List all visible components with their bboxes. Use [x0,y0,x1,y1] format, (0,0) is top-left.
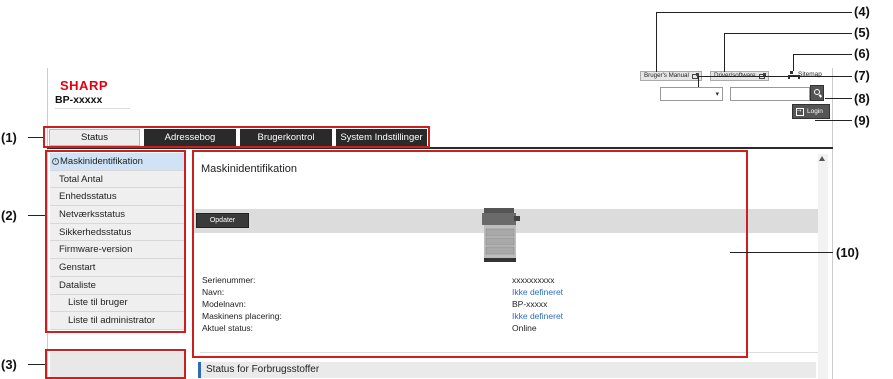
callout-label: (7) [854,68,870,83]
callout-box-tabs [43,126,430,148]
callout-label: (6) [854,46,870,61]
scroll-up-icon [819,156,825,161]
callout-box-sidebar [45,150,186,333]
scrollbar[interactable] [818,154,828,379]
callout-label: (10) [836,245,860,260]
callout-label: (9) [854,113,870,128]
login-button[interactable]: Login [792,104,830,119]
callout-label: (5) [854,25,870,40]
search-button[interactable] [810,85,824,101]
user-manual-label: Bruger's Manual [644,72,689,79]
callout-label: (8) [854,91,870,106]
login-icon [795,105,804,116]
callout-label: (2) [1,208,17,223]
model-name: BP-xxxxx [55,94,103,106]
section-heading: Status for Forbrugsstoffer [198,362,816,378]
user-manual-button[interactable]: Bruger's Manual [640,71,702,81]
search-input[interactable] [730,87,810,101]
login-label: Login [807,108,823,115]
callout-label: (4) [854,4,870,19]
callout-label: (3) [1,357,17,372]
callout-box-content [192,150,748,358]
language-select[interactable]: ▾ [660,87,723,101]
sharp-logo: SHARP [60,78,109,93]
callout-box-sidebar-footer [45,349,186,379]
chevron-down-icon: ▾ [715,91,719,98]
external-link-icon [691,72,699,79]
divider [55,108,130,109]
callout-label: (1) [1,130,17,145]
